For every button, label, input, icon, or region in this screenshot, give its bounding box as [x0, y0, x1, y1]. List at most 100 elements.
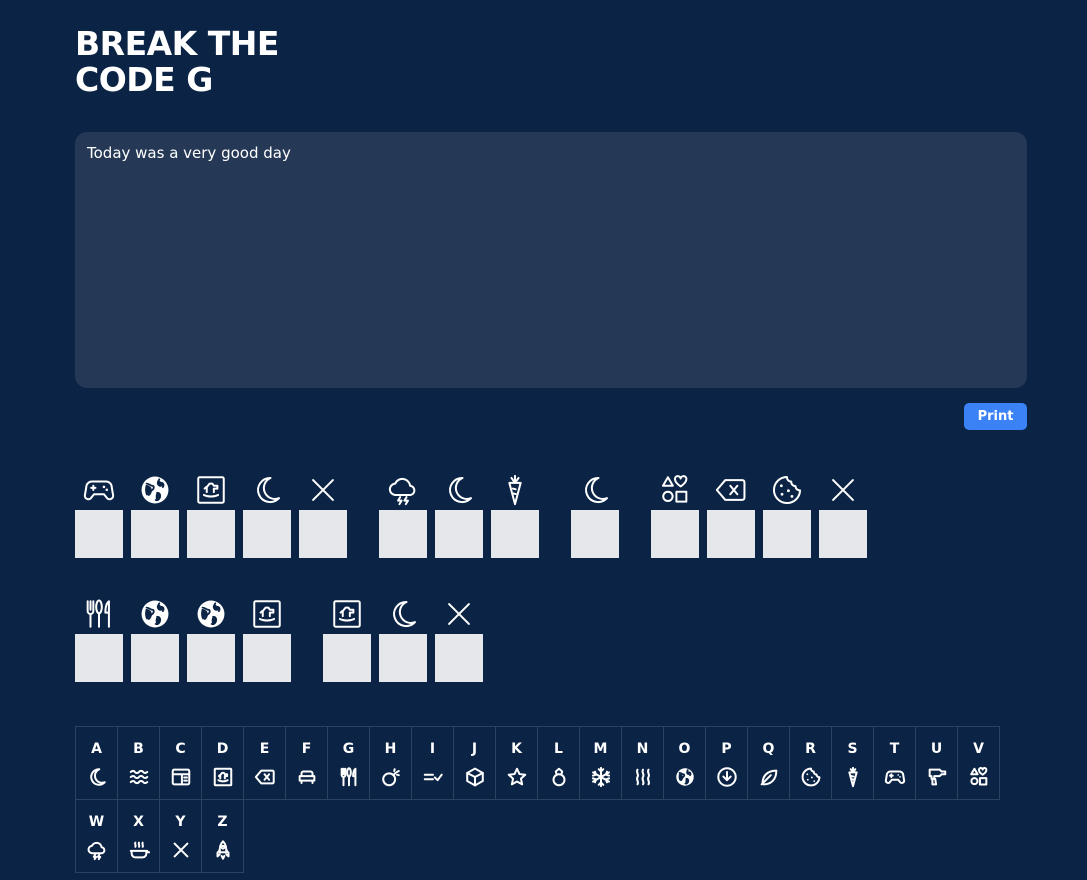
key-letter: D [216, 741, 229, 757]
key-letter: Q [762, 741, 775, 757]
answer-box[interactable] [763, 510, 811, 558]
answer-box[interactable] [187, 510, 235, 558]
key-cell-i: I [412, 727, 454, 800]
answer-box[interactable] [379, 634, 427, 682]
key-cell-f: F [286, 727, 328, 800]
backspace-icon [254, 766, 276, 788]
answer-box[interactable] [491, 510, 539, 558]
puzzle-cell [763, 470, 811, 558]
key-letter: E [259, 741, 270, 757]
key-cell-c: C [160, 727, 202, 800]
puzzle-cell [651, 470, 699, 558]
print-button[interactable]: Print [964, 403, 1027, 430]
puzzle-cell [379, 470, 427, 558]
star-icon [506, 766, 528, 788]
answer-box[interactable] [571, 510, 619, 558]
moon-icon [435, 470, 483, 510]
key-cell-b: B [118, 727, 160, 800]
globe-icon [674, 766, 696, 788]
puzzle-word [323, 594, 483, 682]
puzzle-cell [243, 470, 291, 558]
bomb-icon [380, 766, 402, 788]
answer-box[interactable] [435, 634, 483, 682]
key-cell-t: T [874, 727, 916, 800]
answer-box[interactable] [707, 510, 755, 558]
answer-box[interactable] [323, 634, 371, 682]
carrot-icon [491, 470, 539, 510]
key-letter: W [88, 814, 105, 830]
key-cell-o: O [664, 727, 706, 800]
puzzle-word [571, 470, 619, 558]
globe-icon [187, 594, 235, 634]
storm-cloud-icon [86, 839, 108, 861]
puzzle-cell [571, 470, 619, 558]
key-letter: B [133, 741, 144, 757]
puzzle-cell [75, 470, 123, 558]
key-cell-h: H [370, 727, 412, 800]
x-icon [170, 839, 192, 861]
key-letter: U [930, 741, 943, 757]
message-textarea[interactable]: Today was a very good day [75, 132, 1027, 388]
key-cell-e: E [244, 727, 286, 800]
rocking-horse-icon [212, 766, 234, 788]
leaf-icon [758, 766, 780, 788]
key-cell-y: Y [160, 800, 202, 873]
moon-icon [571, 470, 619, 510]
answer-box[interactable] [75, 634, 123, 682]
backspace-icon [707, 470, 755, 510]
waves-icon [128, 766, 150, 788]
puzzle-cell [491, 470, 539, 558]
answer-box[interactable] [243, 634, 291, 682]
key-letter: L [554, 741, 563, 757]
title-line-2: CODE G [75, 60, 213, 99]
carrot-icon [842, 766, 864, 788]
puzzle-word [651, 470, 867, 558]
key-letter: R [805, 741, 816, 757]
answer-box[interactable] [75, 510, 123, 558]
puzzle-cell [187, 594, 235, 682]
key-cell-n: N [622, 727, 664, 800]
key-cell-z: Z [202, 800, 244, 873]
key-letter: H [384, 741, 397, 757]
answer-box[interactable] [435, 510, 483, 558]
storm-cloud-icon [379, 470, 427, 510]
globe-icon [131, 594, 179, 634]
heat-waves-icon [632, 766, 654, 788]
moon-icon [379, 594, 427, 634]
key-cell-u: U [916, 727, 958, 800]
key-letter: A [91, 741, 102, 757]
key-letter: J [471, 741, 478, 757]
answer-box[interactable] [131, 510, 179, 558]
answer-box[interactable] [243, 510, 291, 558]
puzzle-cell [435, 594, 483, 682]
x-icon [435, 594, 483, 634]
rocking-horse-icon [187, 470, 235, 510]
key-letter: S [847, 741, 858, 757]
cooking-pot-icon [128, 839, 150, 861]
key-cell-d: D [202, 727, 244, 800]
answer-box[interactable] [651, 510, 699, 558]
answer-box[interactable] [299, 510, 347, 558]
puzzle-cell [75, 594, 123, 682]
key-letter: F [301, 741, 312, 757]
key-letter: C [175, 741, 186, 757]
key-letter: M [593, 741, 608, 757]
key-letter: T [889, 741, 900, 757]
answer-box[interactable] [131, 634, 179, 682]
puzzle-cell [187, 470, 235, 558]
rocking-horse-icon [323, 594, 371, 634]
key-letter: Y [175, 814, 186, 830]
puzzle-word [75, 470, 347, 558]
answer-box[interactable] [819, 510, 867, 558]
answer-box[interactable] [187, 634, 235, 682]
cutlery-icon [75, 594, 123, 634]
key-letter: G [342, 741, 355, 757]
key-letter: P [721, 741, 732, 757]
drill-icon [926, 766, 948, 788]
answer-box[interactable] [379, 510, 427, 558]
sofa-icon [296, 766, 318, 788]
puzzle-cell [707, 470, 755, 558]
key-letter: I [429, 741, 436, 757]
x-icon [819, 470, 867, 510]
key-cell-j: J [454, 727, 496, 800]
